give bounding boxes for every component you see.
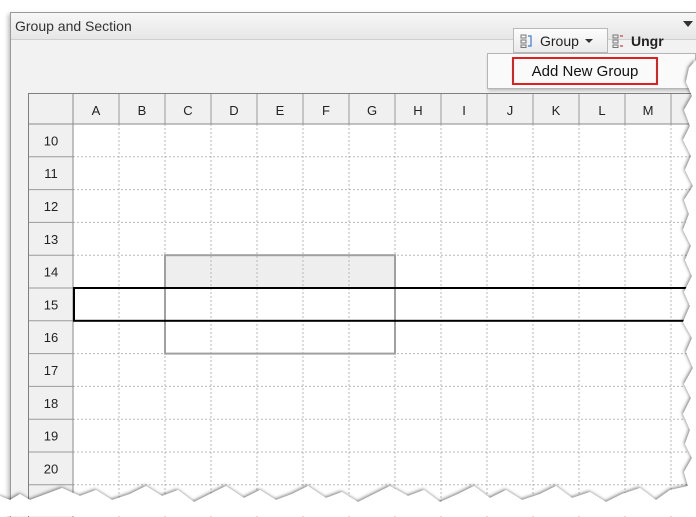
group-button[interactable]: Group	[513, 28, 608, 53]
ungroup-icon	[612, 34, 623, 48]
section-top-fill	[165, 255, 395, 288]
column-header-i[interactable]: I	[462, 103, 466, 118]
chevron-down-icon	[584, 38, 593, 43]
selected-row-15[interactable]	[73, 287, 696, 322]
row-header-16[interactable]: 16	[44, 330, 58, 345]
column-header-f[interactable]: F	[322, 103, 330, 118]
column-header-h[interactable]: H	[413, 103, 422, 118]
panel-menu-arrow-icon[interactable]	[683, 21, 693, 27]
row-header-12[interactable]: 12	[44, 199, 58, 214]
spreadsheet-grid[interactable]: A B C D E F G H I J K L M 10 11 12 13 14 15 16 17 18 19 20	[28, 93, 696, 517]
row-header-11[interactable]: 11	[44, 166, 58, 181]
panel-title: Group and Section	[15, 18, 132, 34]
row-header-17[interactable]: 17	[44, 363, 58, 378]
row-header-13[interactable]: 13	[44, 232, 58, 247]
column-header-d[interactable]: D	[229, 103, 238, 118]
column-header-m[interactable]: M	[643, 103, 654, 118]
column-header-j[interactable]: J	[507, 103, 514, 118]
group-dropdown-menu: Add New Group	[487, 53, 696, 89]
group-button-label: Group	[540, 32, 579, 49]
row-header-18[interactable]: 18	[44, 396, 58, 411]
column-header-bar	[29, 94, 696, 124]
group-icon	[520, 34, 532, 48]
column-header-c[interactable]: C	[183, 103, 192, 118]
grid-canvas: A B C D E F G H I J K L M 10 11 12 13 14 15 16 17 18 19 20	[29, 94, 696, 517]
column-header-a[interactable]: A	[92, 103, 101, 118]
add-new-group-menu-item[interactable]: Add New Group	[512, 57, 658, 85]
ungroup-button-label: Ungr	[631, 32, 664, 49]
column-header-e[interactable]: E	[276, 103, 285, 118]
row-header-10[interactable]: 10	[44, 133, 58, 148]
column-header-k[interactable]: K	[552, 103, 561, 118]
row-header-20[interactable]: 20	[44, 461, 58, 476]
row-header-19[interactable]: 19	[44, 429, 58, 444]
column-header-l[interactable]: L	[598, 103, 605, 118]
column-header-g[interactable]: G	[367, 103, 377, 118]
row-header-14[interactable]: 14	[44, 265, 58, 280]
column-header-b[interactable]: B	[138, 103, 147, 118]
row-header-15[interactable]: 15	[44, 297, 58, 312]
ungroup-button[interactable]: Ungr	[612, 28, 692, 53]
